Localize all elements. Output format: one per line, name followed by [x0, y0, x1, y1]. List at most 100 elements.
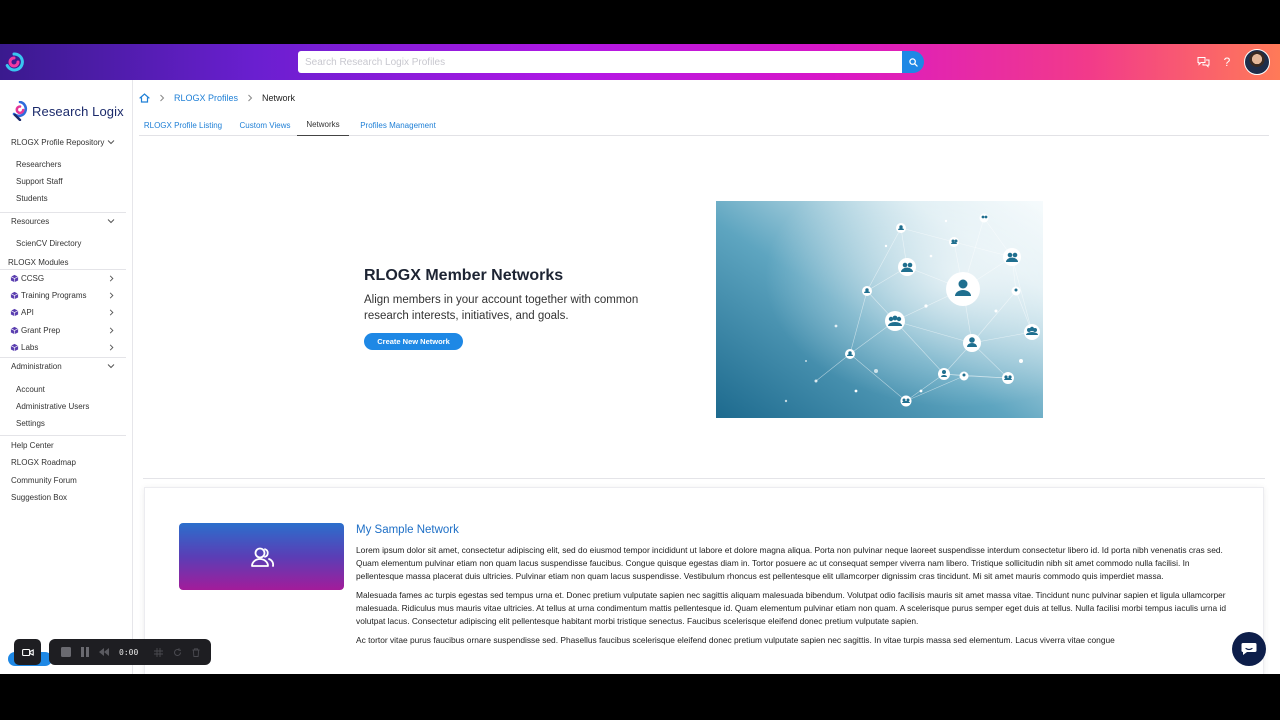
pause-icon[interactable] — [81, 647, 89, 657]
nav-section-administration[interactable]: Administration — [0, 357, 132, 375]
nav-module-training-programs[interactable]: Training Programs — [0, 288, 132, 302]
create-new-network-button[interactable]: Create New Network — [364, 333, 463, 350]
app-logo-icon[interactable] — [4, 52, 24, 72]
recorder-camera-button[interactable] — [14, 639, 41, 665]
camera-icon — [21, 648, 34, 656]
chevron-right-icon — [248, 94, 253, 102]
section-divider — [143, 478, 1265, 479]
nav-item-settings[interactable]: Settings — [0, 416, 132, 430]
search-icon — [908, 57, 918, 67]
nav-item-sciencv-directory[interactable]: ScienCV Directory — [0, 236, 132, 250]
users-icon — [250, 547, 274, 567]
nav-item-label: Account — [16, 384, 45, 394]
description-paragraph: Ac tortor vitae purus faucibus ornare su… — [356, 635, 1115, 645]
nav-item-label: Support Staff — [16, 176, 63, 186]
nav-item-label: Administrative Users — [16, 401, 90, 411]
grid-icon[interactable] — [154, 647, 164, 657]
nav-section-label: Administration — [11, 361, 62, 371]
nav-section-label: RLOGX Profile Repository — [11, 137, 105, 147]
network-title[interactable]: My Sample Network — [356, 524, 459, 536]
trash-icon[interactable] — [192, 647, 200, 657]
refresh-icon[interactable] — [173, 647, 182, 657]
nav-section-profile-repository[interactable]: RLOGX Profile Repository — [0, 133, 132, 151]
app-content: Research Logix RLOGX Profile Repository … — [0, 80, 1280, 674]
chevron-right-icon — [109, 344, 114, 351]
rewind-icon[interactable] — [99, 648, 109, 656]
sidebar: Research Logix RLOGX Profile Repository … — [0, 80, 133, 674]
chevron-right-icon — [109, 309, 114, 316]
network-thumbnail — [179, 523, 344, 590]
recorder-toolbar: 0:00 — [49, 639, 211, 665]
breadcrumb: RLOGX Profiles Network — [139, 91, 295, 105]
chat-icon[interactable] — [1196, 55, 1210, 69]
stop-icon[interactable] — [61, 647, 71, 657]
chat-bubble-icon — [1241, 643, 1257, 655]
nav-module-label: Labs — [21, 342, 39, 352]
brand-logo[interactable]: Research Logix — [12, 100, 124, 122]
network-graph-illustration — [716, 201, 1043, 418]
nav-link-label: RLOGX Roadmap — [11, 457, 76, 467]
nav-module-ccsg[interactable]: CCSG — [0, 271, 132, 285]
nav-module-api[interactable]: API — [0, 305, 132, 319]
nav-item-label: Students — [16, 193, 48, 203]
nav-module-grant-prep[interactable]: Grant Prep — [0, 323, 132, 337]
network-description: Lorem ipsum dolor sit amet, consectetur … — [356, 544, 1236, 653]
nav-link-help-center[interactable]: Help Center — [0, 438, 132, 452]
nav-module-label: Training Programs — [21, 290, 87, 300]
nav-link-label: Suggestion Box — [11, 492, 68, 502]
sidebar-divider — [0, 435, 126, 436]
nav-item-account[interactable]: Account — [0, 382, 132, 396]
nav-module-label: API — [21, 307, 34, 317]
nav-link-roadmap[interactable]: RLOGX Roadmap — [0, 455, 132, 469]
nav-section-resources[interactable]: Resources — [0, 212, 132, 230]
cube-icon — [10, 308, 19, 316]
cube-icon — [10, 326, 19, 334]
search-input[interactable] — [298, 51, 904, 73]
chevron-down-icon — [107, 140, 115, 145]
hero-subtitle: Align members in your account together w… — [364, 294, 639, 322]
nav-module-labs[interactable]: Labs — [0, 340, 132, 354]
research-logix-logo-icon — [12, 101, 28, 121]
chat-widget-button[interactable] — [1232, 632, 1266, 666]
main-panel: RLOGX Profiles Network RLOGX Profile Lis… — [133, 80, 1280, 674]
nav-item-label: ScienCV Directory — [16, 238, 82, 248]
user-avatar[interactable] — [1244, 49, 1270, 75]
cube-icon — [10, 291, 19, 299]
tab-custom-views[interactable]: Custom Views — [233, 114, 297, 136]
search-button[interactable] — [902, 51, 924, 73]
help-icon[interactable]: ? — [1220, 55, 1234, 69]
description-paragraph: Malesuada fames ac turpis egestas sed te… — [356, 590, 1227, 626]
tab-profiles-management[interactable]: Profiles Management — [355, 114, 441, 136]
nav-link-community-forum[interactable]: Community Forum — [0, 473, 132, 487]
nav-item-label: Settings — [16, 418, 45, 428]
nav-item-students[interactable]: Students — [0, 191, 132, 205]
global-search — [298, 51, 926, 73]
nav-link-suggestion-box[interactable]: Suggestion Box — [0, 490, 132, 504]
chevron-down-icon — [107, 219, 115, 224]
network-card[interactable]: My Sample Network Lorem ipsum dolor sit … — [144, 487, 1264, 674]
nav-link-label: Community Forum — [11, 475, 77, 485]
nav-module-label: Grant Prep — [21, 325, 61, 335]
chevron-right-icon — [160, 94, 165, 102]
cube-icon — [10, 343, 19, 351]
sidebar-divider — [0, 269, 126, 270]
chevron-down-icon — [107, 364, 115, 369]
nav-item-administrative-users[interactable]: Administrative Users — [0, 399, 132, 413]
chevron-right-icon — [109, 292, 114, 299]
nav-item-label: Researchers — [16, 159, 62, 169]
cube-icon — [10, 274, 19, 282]
tab-networks[interactable]: Networks — [297, 114, 349, 136]
breadcrumb-current: Network — [262, 93, 296, 103]
description-paragraph: Lorem ipsum dolor sit amet, consectetur … — [356, 545, 1223, 581]
nav-module-label: CCSG — [21, 273, 45, 283]
chevron-right-icon — [109, 275, 114, 282]
nav-link-label: Help Center — [11, 440, 54, 450]
topbar-actions: ? — [1196, 49, 1270, 75]
modules-heading: RLOGX Modules — [8, 258, 69, 267]
nav-item-support-staff[interactable]: Support Staff — [0, 174, 132, 188]
home-icon[interactable] — [139, 93, 150, 103]
chevron-right-icon — [109, 327, 114, 334]
breadcrumb-link-profiles[interactable]: RLOGX Profiles — [174, 93, 238, 103]
tab-profile-listing[interactable]: RLOGX Profile Listing — [139, 114, 227, 136]
nav-item-researchers[interactable]: Researchers — [0, 157, 132, 171]
